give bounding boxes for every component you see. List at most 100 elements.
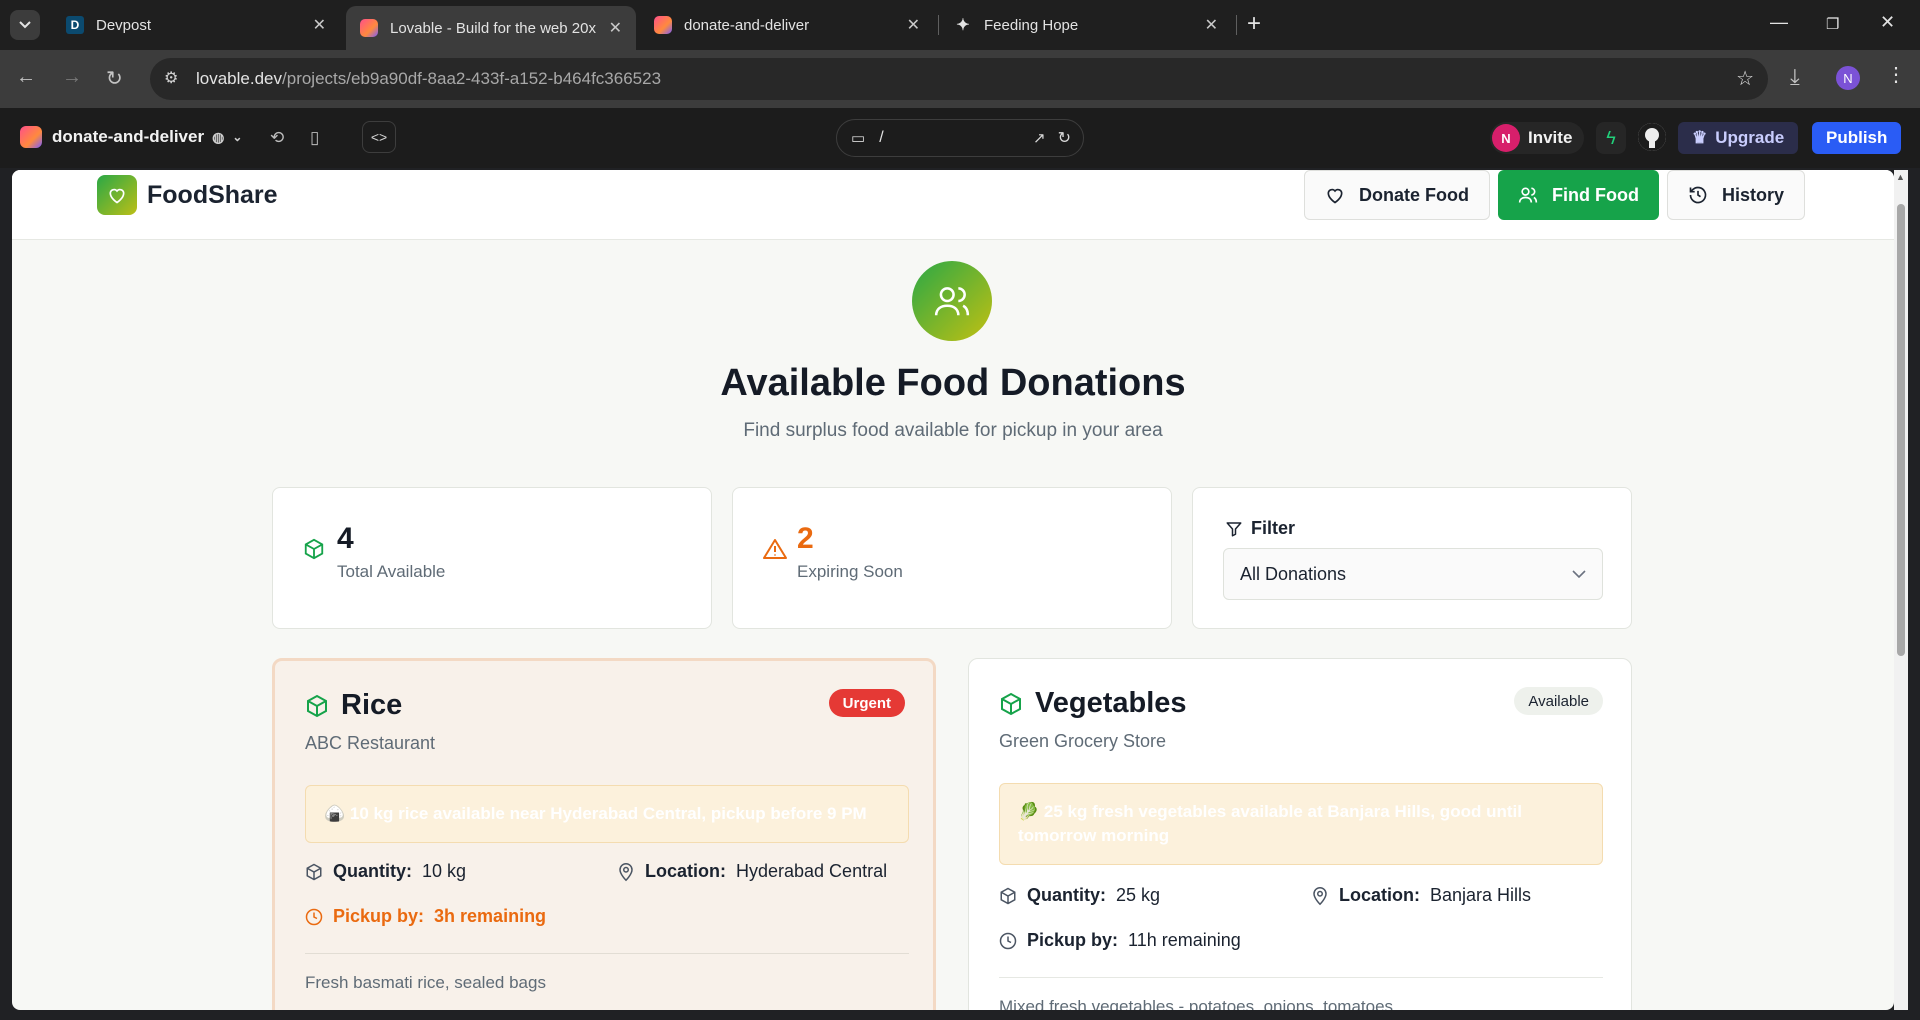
scroll-thumb[interactable] [1897,204,1905,656]
minimize-icon[interactable]: — [1770,12,1788,33]
github-icon[interactable] [1638,123,1666,151]
url-text: lovable.dev/projects/eb9a90df-8aa2-433f-… [196,69,661,89]
history-button[interactable]: History [1667,170,1806,220]
pickup-label: Pickup by: [1027,930,1119,950]
filter-label-text: Filter [1251,518,1296,538]
github-mark-icon [1638,123,1666,151]
external-link-icon[interactable]: ↗ [1033,129,1046,147]
history-icon[interactable]: ⟲ [270,128,284,148]
stat-value: 2 [797,522,814,555]
route-bar[interactable]: ▭ / ↗ ↻ [836,119,1084,157]
divider [305,953,909,954]
url-path: /projects/eb9a90df-8aa2-433f-a152-b464fc… [282,69,662,88]
forward-arrow-icon[interactable]: → [62,66,82,89]
tab-title: Lovable - Build for the web 20x [390,19,596,37]
profile-avatar[interactable]: N [1836,66,1860,90]
invite-button[interactable]: N Invite [1490,122,1585,154]
donation-card[interactable]: Rice Urgent ABC Restaurant 🍙 10 kg rice … [272,658,936,1010]
package-icon [306,863,322,880]
project-selector[interactable]: donate-and-deliver ◍ ⌄ [20,126,242,148]
filter-select[interactable]: All Donations [1223,548,1603,600]
lovable-favicon-icon [654,16,672,34]
page-title: Available Food Donations [720,362,1186,404]
filter-label: Filter [1225,518,1295,539]
code-view-button[interactable]: <> [362,121,396,153]
url-field[interactable]: ⚙ lovable.dev/projects/eb9a90df-8aa2-433… [150,58,1768,100]
refresh-icon[interactable]: ↻ [1058,128,1071,148]
star-icon[interactable]: ☆ [1736,66,1754,91]
close-window-icon[interactable]: ✕ [1880,12,1895,33]
tab-title: Feeding Hope [984,16,1079,34]
map-pin-icon [1313,886,1327,905]
quantity-value: 25 kg [1116,885,1161,905]
card-header: Rice [305,689,402,722]
sidebar-toggle-icon[interactable]: ▯ [310,128,319,148]
tab-search-button[interactable] [10,10,40,40]
sparkle-icon: ✦ [956,17,970,34]
close-icon[interactable]: ✕ [1205,15,1218,35]
download-icon[interactable]: ⤓ [1790,64,1800,90]
app-header: FoodShare Donate Food Find Food History [12,170,1894,240]
avatar: N [1492,124,1520,152]
users-hero-icon [912,261,992,341]
pickup-value: 11h remaining [1128,930,1241,950]
lovable-toolbar: donate-and-deliver ◍ ⌄ ⟲ ▯ <> ▭ / ↗ ↻ N … [0,108,1920,168]
status-badge: Urgent [828,689,905,717]
new-tab-plus-icon[interactable]: + [1247,10,1261,38]
filter-selected-value: All Donations [1240,563,1347,584]
package-icon [307,694,327,717]
users-icon [1518,187,1538,203]
donation-note: 🍙 10 kg rice available near Hyderabad Ce… [305,785,909,843]
tab-lovable[interactable]: Lovable - Build for the web 20x ✕ [346,6,636,50]
donation-card[interactable]: Vegetables Available Green Grocery Store… [968,658,1632,1010]
site-info-icon[interactable]: ⚙ [164,68,178,88]
reload-icon[interactable]: ↻ [106,66,123,91]
donation-note: 🥬 25 kg fresh vegetables available at Ba… [999,783,1603,865]
find-food-button[interactable]: Find Food [1498,170,1659,220]
tab-separator [1236,15,1237,35]
pickup-field: Pickup by: 11h remaining [999,930,1241,951]
location-label: Location: [1339,885,1420,905]
page-icon: ▭ [851,130,866,147]
location-value: Banjara Hills [1430,885,1532,905]
stat-label: Expiring Soon [797,562,903,581]
back-arrow-icon[interactable]: ← [16,66,36,89]
location-field: Location: Banjara Hills [1311,885,1531,906]
invite-label: Invite [1528,128,1573,147]
publish-button[interactable]: Publish [1812,122,1902,154]
tab-donate-and-deliver[interactable]: donate-and-deliver ✕ [640,6,934,44]
kebab-menu-icon[interactable]: ⋮ [1886,62,1906,87]
location-field: Location: Hyderabad Central [617,861,887,882]
donate-food-button[interactable]: Donate Food [1304,170,1490,220]
chevron-down-icon [19,21,31,29]
project-name: donate-and-deliver [52,127,205,146]
history-label: History [1722,184,1785,205]
scroll-up-icon[interactable]: ▲ [1896,172,1905,182]
tab-title: donate-and-deliver [684,16,810,34]
crown-icon: ♛ [1692,128,1708,147]
card-header: Vegetables [999,687,1187,720]
close-icon[interactable]: ✕ [313,15,326,35]
restore-icon[interactable]: ❐ [1826,15,1839,33]
tab-feeding-hope[interactable]: ✦ Feeding Hope ✕ [940,6,1232,44]
pickup-label: Pickup by: [333,906,425,926]
history-icon [1689,186,1707,204]
donor-name: Green Grocery Store [999,731,1167,751]
quantity-label: Quantity: [333,861,412,881]
tab-separator [938,15,939,35]
close-icon[interactable]: ✕ [907,15,920,35]
package-icon [1000,887,1016,904]
globe-icon: ◍ [212,128,225,145]
brand[interactable]: FoodShare [97,175,278,215]
chevron-down-icon: ⌄ [232,130,243,144]
devpost-favicon-icon: D [66,16,84,34]
tab-title: Devpost [96,16,152,34]
supabase-bolt-icon[interactable]: ϟ [1596,122,1626,154]
upgrade-button[interactable]: ♛ Upgrade [1678,122,1799,154]
filter-card: Filter All Donations [1192,487,1632,629]
close-icon[interactable]: ✕ [609,18,622,38]
map-pin-icon [619,862,633,881]
preview-scrollbar[interactable]: ▲ [1894,170,1908,1010]
warning-icon [763,539,787,559]
tab-devpost[interactable]: D Devpost ✕ [52,6,340,44]
